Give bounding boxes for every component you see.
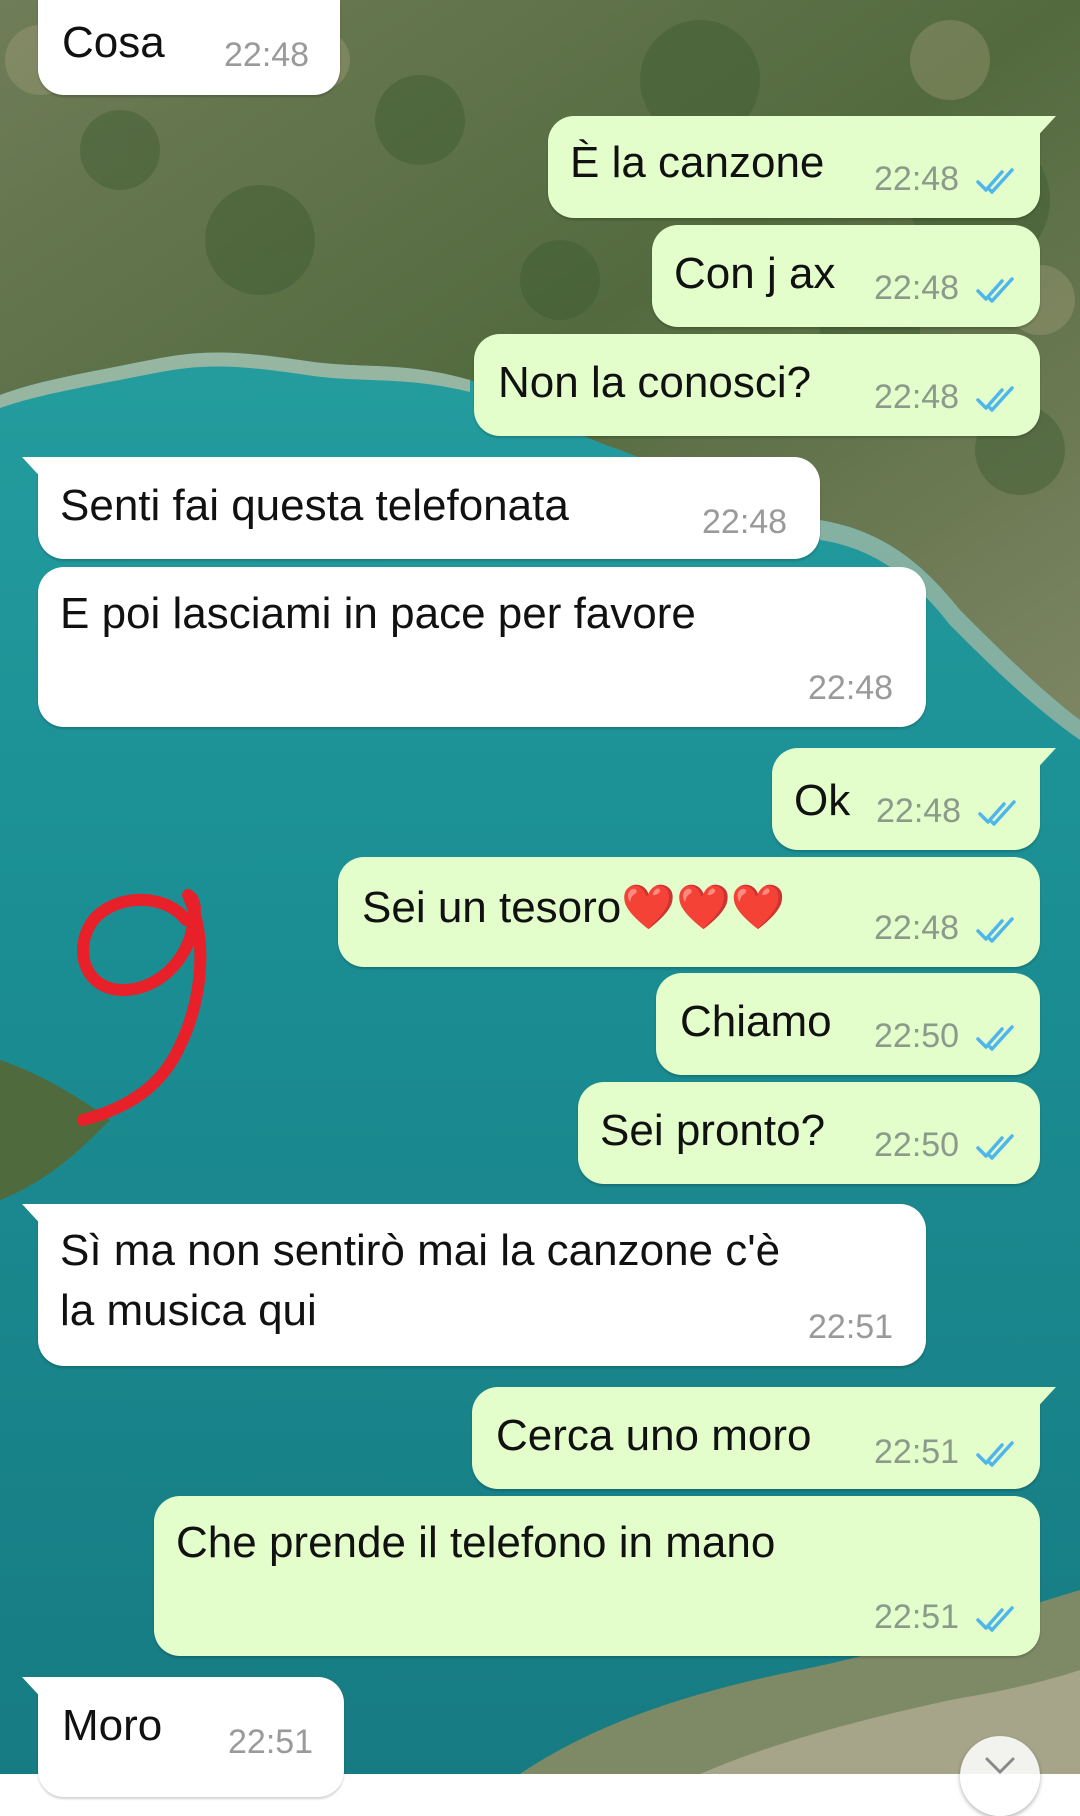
message-text: Cosa bbox=[62, 18, 165, 67]
message-time: 22:51 bbox=[228, 1723, 314, 1761]
double-check-icon bbox=[976, 1025, 1014, 1051]
message-outgoing[interactable]: Sei pronto? 22:50 bbox=[578, 1082, 1040, 1184]
message-time: 22:48 bbox=[808, 669, 894, 707]
bubble-tail bbox=[22, 457, 52, 483]
message-text: Moro bbox=[62, 1701, 163, 1750]
message-outgoing[interactable]: Ok 22:48 bbox=[772, 748, 1056, 850]
message-text: Con j ax bbox=[674, 249, 836, 298]
message-time: 22:50 bbox=[874, 1126, 960, 1164]
bubble-tail bbox=[22, 1204, 52, 1230]
bubble-tail bbox=[1026, 116, 1056, 142]
double-check-icon bbox=[978, 800, 1016, 826]
message-text-line1: Sì ma non sentirò mai la canzone c'è bbox=[60, 1226, 781, 1275]
message-outgoing[interactable]: Che prende il telefono in mano 22:51 bbox=[154, 1496, 1040, 1656]
double-check-icon bbox=[976, 1134, 1014, 1160]
scroll-to-bottom-button[interactable] bbox=[960, 1736, 1040, 1816]
message-text: Senti fai questa telefonata bbox=[60, 481, 569, 530]
double-check-icon bbox=[976, 386, 1014, 412]
message-text: Che prende il telefono in mano bbox=[176, 1518, 776, 1567]
message-text-line2: la musica qui bbox=[60, 1286, 317, 1335]
message-text: Cerca uno moro bbox=[496, 1411, 812, 1460]
message-incoming[interactable]: Sì ma non sentirò mai la canzone c'è la … bbox=[22, 1204, 926, 1366]
bubble-tail bbox=[1026, 1387, 1056, 1413]
message-text: Non la conosci? bbox=[498, 358, 812, 407]
message-time: 22:48 bbox=[874, 160, 960, 198]
message-time: 22:48 bbox=[876, 792, 962, 830]
message-outgoing[interactable]: Chiamo 22:50 bbox=[656, 973, 1040, 1075]
double-check-icon bbox=[976, 1606, 1014, 1632]
double-check-icon bbox=[976, 917, 1014, 943]
message-time: 22:51 bbox=[874, 1598, 960, 1636]
message-time: 22:50 bbox=[874, 1017, 960, 1055]
message-time: 22:48 bbox=[874, 269, 960, 307]
chevron-down-icon bbox=[985, 1757, 1015, 1775]
message-time: 22:48 bbox=[874, 909, 960, 947]
message-text: Sei pronto? bbox=[600, 1106, 826, 1155]
message-text: Sei un tesoro❤️❤️❤️ bbox=[362, 883, 786, 932]
message-outgoing[interactable]: Cerca uno moro 22:51 bbox=[472, 1387, 1056, 1489]
message-text: È la canzone bbox=[570, 138, 825, 187]
double-check-icon bbox=[976, 168, 1014, 194]
message-outgoing[interactable]: È la canzone 22:48 bbox=[548, 116, 1056, 218]
red-handwritten-nine-icon bbox=[77, 889, 207, 1126]
message-outgoing[interactable]: Sei un tesoro❤️❤️❤️ 22:48 bbox=[338, 857, 1040, 967]
message-time: 22:48 bbox=[224, 36, 310, 74]
message-incoming[interactable]: Moro 22:51 bbox=[22, 1677, 344, 1797]
message-text: E poi lasciami in pace per favore bbox=[60, 589, 696, 638]
message-incoming[interactable]: E poi lasciami in pace per favore 22:48 bbox=[38, 567, 926, 727]
message-time: 22:51 bbox=[874, 1433, 960, 1471]
bubble-tail bbox=[1026, 748, 1056, 774]
bubble-tail bbox=[22, 1677, 52, 1703]
message-outgoing[interactable]: Non la conosci? 22:48 bbox=[474, 334, 1040, 436]
message-outgoing[interactable]: Con j ax 22:48 bbox=[652, 225, 1040, 327]
message-incoming[interactable]: Senti fai questa telefonata 22:48 bbox=[22, 457, 820, 559]
message-incoming[interactable]: Cosa 22:48 bbox=[38, 0, 340, 95]
double-check-icon bbox=[976, 277, 1014, 303]
message-time: 22:51 bbox=[808, 1308, 894, 1346]
message-text: Chiamo bbox=[680, 997, 832, 1046]
message-text: Ok bbox=[794, 776, 851, 825]
message-time: 22:48 bbox=[702, 503, 788, 541]
message-time: 22:48 bbox=[874, 378, 960, 416]
double-check-icon bbox=[976, 1441, 1014, 1467]
